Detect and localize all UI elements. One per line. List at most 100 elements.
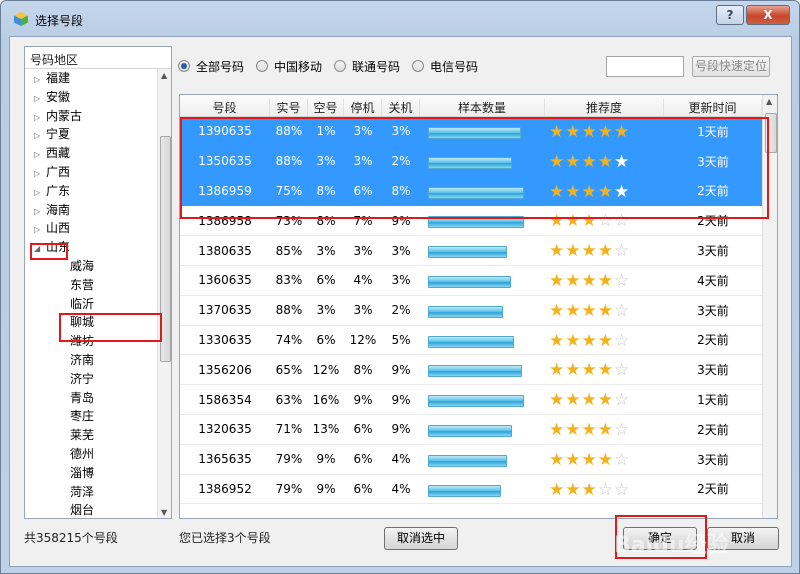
table-row[interactable]: 1356206 65% 12% 8% 9% ★★★★☆ 3天前 [180, 355, 762, 386]
table-row[interactable]: 1386952 79% 9% 6% 4% ★★★☆☆ 2天前 [180, 475, 762, 505]
table-row[interactable]: 1390635 88% 1% 3% 3% ★★★★★ 1天前 [180, 117, 762, 147]
tree-item-province[interactable]: ▷ 安徽 [25, 88, 156, 107]
scroll-up-icon[interactable]: ▲ [161, 71, 167, 80]
table-row[interactable]: 1386958 73% 8% 7% 9% ★★★☆☆ 2天前 [180, 206, 762, 237]
rating-stars: ★★★☆☆ [549, 480, 630, 500]
cell-real: 79% [275, 481, 303, 496]
tree-item-province[interactable]: ▷ 宁夏 [25, 125, 156, 144]
radio-button-icon[interactable] [256, 60, 269, 72]
table-row[interactable]: 1380635 85% 3% 3% 3% ★★★★☆ 3天前 [180, 236, 762, 266]
table-row[interactable]: 1320635 71% 13% 6% 9% ★★★★☆ 2天前 [180, 415, 762, 445]
clear-selection-button[interactable]: 取消选中 [384, 527, 458, 550]
tree-item-label: 淄博 [70, 465, 95, 480]
scroll-down-icon[interactable]: ▼ [161, 508, 167, 517]
tree-item-province[interactable]: ▷ 西藏 [25, 144, 156, 163]
expand-triangle-icon[interactable]: ▷ [34, 71, 44, 90]
star-icon: ★ [581, 122, 598, 142]
tree-item-province[interactable]: ▷ 广东 [25, 182, 156, 201]
ok-button[interactable]: 确定 [623, 527, 697, 550]
dialog-client: 号码地区 ▷ 福建 ▷ 安徽 ▷ 内蒙古 ▷ 宁夏 ▷ 西藏 ▷ 广西 ▷ 广东 ▷ 海南 ▷ 山西 ◢ 山东 威海 东营… [9, 36, 792, 567]
carrier-radio[interactable]: 中国移动 [256, 58, 322, 75]
tree-item-city[interactable]: 莱芜 [25, 426, 156, 445]
table-row[interactable]: 1386959 75% 8% 6% 8% ★★★★★ 2天前 [180, 176, 762, 207]
star-icon: ★ [581, 390, 598, 411]
cell-updated: 4天前 [697, 273, 729, 288]
tree-item-city[interactable]: 东营 [25, 276, 156, 295]
radio-button-icon[interactable] [178, 60, 190, 72]
cell-prefix: 1386958 [198, 213, 252, 228]
tree-item-city[interactable]: 德州 [25, 445, 156, 464]
table-row[interactable]: 1350635 88% 3% 3% 2% ★★★★★ 3天前 [180, 146, 762, 177]
tree-item-city[interactable]: 菏泽 [25, 483, 156, 502]
star-icon: ☆ [597, 211, 614, 232]
cell-off: 8% [391, 183, 411, 198]
tree-item-province[interactable]: ▷ 海南 [25, 201, 156, 220]
tree-item-city[interactable]: 枣庄 [25, 407, 156, 426]
column-header[interactable]: 实号 [270, 99, 308, 116]
table-row[interactable]: 1330635 74% 6% 12% 5% ★★★★☆ 2天前 [180, 326, 762, 356]
scroll-up-icon[interactable]: ▲ [766, 97, 772, 106]
expand-triangle-icon[interactable]: ▷ [34, 90, 44, 109]
tree-scrollbar[interactable]: ▲ ▼ [157, 69, 171, 518]
cell-updated: 1天前 [697, 393, 729, 408]
tree-item-province[interactable]: ▷ 山西 [25, 219, 156, 238]
tree-item-city[interactable]: 潍坊 [25, 332, 156, 351]
rating-stars: ★★★★☆ [549, 271, 630, 291]
quick-locate-button[interactable]: 号段快速定位 [692, 56, 770, 77]
star-icon: ★ [597, 300, 614, 321]
quick-locate-input[interactable] [606, 56, 684, 77]
tree-item-city[interactable]: 聊城 [25, 313, 156, 332]
table-row[interactable]: 1586354 63% 16% 9% 9% ★★★★☆ 1天前 [180, 385, 762, 415]
tree-item-city[interactable]: 济宁 [25, 370, 156, 389]
column-header[interactable]: 样本数量 [420, 99, 545, 116]
tree-item-province[interactable]: ▷ 内蒙古 [25, 107, 156, 126]
expand-triangle-icon[interactable]: ▷ [34, 184, 44, 203]
tree-item-city[interactable]: 淄博 [25, 464, 156, 483]
column-header[interactable]: 推荐度 [545, 99, 664, 116]
star-icon: ★ [549, 420, 566, 440]
column-header[interactable]: 更新时间 [664, 99, 762, 116]
tree-item-city[interactable]: 济南 [25, 351, 156, 370]
star-icon: ★ [597, 390, 614, 411]
tree-item-province-expanded[interactable]: ◢ 山东 [25, 238, 156, 257]
column-header[interactable]: 号段 [180, 99, 270, 116]
tree-item-city[interactable]: 临沂 [25, 295, 156, 314]
sample-bar [428, 484, 501, 497]
tree-item-label: 威海 [70, 258, 95, 273]
tree-item-province[interactable]: ▷ 福建 [25, 69, 156, 88]
column-header[interactable]: 关机 [382, 99, 420, 116]
star-icon: ☆ [614, 390, 631, 411]
collapse-triangle-icon[interactable]: ◢ [34, 240, 44, 259]
carrier-radio[interactable]: 联通号码 [334, 58, 400, 75]
grid-scrollbar[interactable]: ▲ [762, 95, 777, 518]
carrier-radio[interactable]: 全部号码 [178, 58, 244, 75]
grid-scroll-thumb[interactable] [765, 113, 777, 153]
star-icon: ★ [581, 211, 598, 232]
radio-button-icon[interactable] [412, 60, 425, 72]
tree-item-city[interactable]: 烟台 [25, 501, 156, 518]
table-row[interactable]: 1360635 83% 6% 4% 3% ★★★★☆ 4天前 [180, 266, 762, 296]
cell-updated: 3天前 [697, 452, 729, 467]
table-row[interactable]: 1370635 88% 3% 3% 2% ★★★★☆ 3天前 [180, 296, 762, 326]
radio-button-icon[interactable] [334, 60, 347, 72]
cancel-button[interactable]: 取消 [707, 527, 779, 550]
cell-real: 71% [275, 422, 303, 437]
star-icon: ☆ [614, 330, 631, 351]
column-header[interactable]: 空号 [308, 99, 344, 116]
tree-item-city[interactable]: 威海 [25, 257, 156, 276]
help-button[interactable]: ? [716, 5, 744, 25]
cell-empty: 6% [316, 273, 336, 288]
tree-scroll-thumb[interactable] [160, 136, 171, 362]
tree-item-city[interactable]: 青岛 [25, 389, 156, 408]
rating-stars: ★★★★☆ [549, 241, 630, 261]
column-header[interactable]: 停机 [344, 99, 382, 116]
tree-item-province[interactable]: ▷ 广西 [25, 163, 156, 182]
cell-empty: 6% [316, 332, 336, 347]
table-row[interactable]: 1365635 79% 9% 6% 4% ★★★★☆ 3天前 [180, 445, 762, 475]
close-button[interactable]: X [746, 5, 790, 25]
cell-off: 3% [391, 273, 411, 288]
carrier-radio[interactable]: 电信号码 [412, 58, 478, 75]
cell-prefix: 1380635 [198, 243, 252, 258]
cell-off: 4% [391, 481, 411, 496]
expand-triangle-icon[interactable]: ▷ [34, 165, 44, 184]
